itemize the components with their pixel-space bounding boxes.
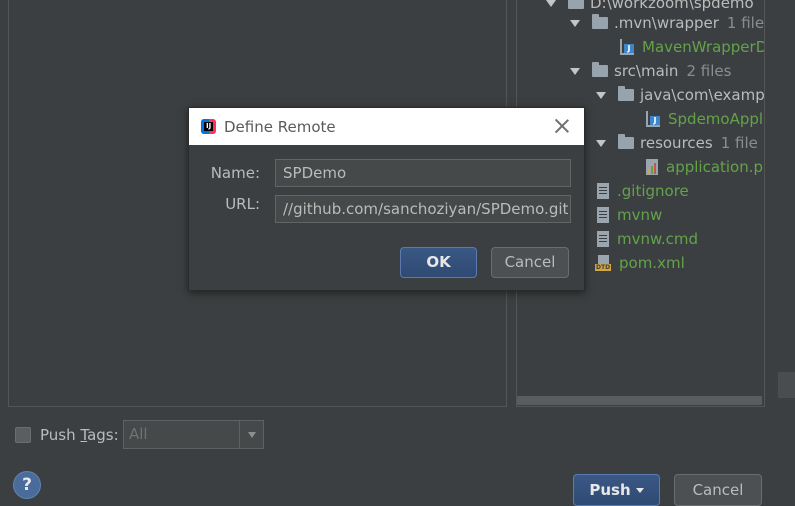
push-tags-select-value: All xyxy=(129,425,148,443)
tree-label: MavenWrapperD xyxy=(642,38,765,56)
text-file-icon xyxy=(597,231,609,247)
ok-button[interactable]: OK xyxy=(400,247,477,278)
push-tags-option[interactable]: Push Tags: xyxy=(15,426,119,444)
tree-horizontal-scrollbar[interactable] xyxy=(517,396,762,405)
chevron-down-icon xyxy=(247,431,256,438)
intellij-logo-icon: IJ xyxy=(201,119,216,134)
text-file-icon xyxy=(597,207,609,223)
tree-row-mvn-wrapper[interactable]: .mvn\wrapper 1 file xyxy=(570,12,764,34)
java-file-icon: J xyxy=(646,111,660,127)
tree-row-mvnw-cmd[interactable]: mvnw.cmd xyxy=(597,228,698,250)
tree-row-mvnw[interactable]: mvnw xyxy=(597,204,662,226)
tree-row-spdemoapp[interactable]: J SpdemoAppl xyxy=(646,108,763,130)
chevron-down-icon xyxy=(635,488,644,493)
tree-row-application-props[interactable]: application.p xyxy=(646,156,763,178)
tree-row-pom[interactable]: DTD pom.xml xyxy=(595,252,685,274)
tree-label: .mvn\wrapper xyxy=(614,14,719,32)
dialog-title-bar[interactable]: IJ Define Remote xyxy=(189,108,584,145)
tree-label: application.p xyxy=(666,158,764,176)
close-icon[interactable] xyxy=(554,118,570,134)
push-tags-label: Push Tags: xyxy=(40,426,119,444)
name-label: Name: xyxy=(210,164,260,182)
tree-row-src-main[interactable]: src\main 2 files xyxy=(570,60,731,82)
tree-row-resources[interactable]: resources 1 file xyxy=(596,132,758,154)
define-remote-dialog: IJ Define Remote Name: SPDemo URL: //git… xyxy=(188,107,585,291)
text-file-icon xyxy=(597,183,609,199)
tree-label: mvnw.cmd xyxy=(617,230,699,248)
tree-label: mvnw xyxy=(617,206,663,224)
tree-label: pom.xml xyxy=(619,254,685,272)
push-tags-select[interactable]: All xyxy=(123,420,264,449)
tree-label: .gitignore xyxy=(617,182,689,200)
folder-icon xyxy=(592,62,608,77)
url-label: URL: xyxy=(225,195,260,213)
file-count: 1 file xyxy=(720,134,758,152)
dialog-cancel-button[interactable]: Cancel xyxy=(491,247,569,278)
dropdown-button[interactable] xyxy=(239,421,263,448)
dialog-title: Define Remote xyxy=(224,117,336,136)
push-button[interactable]: Push xyxy=(573,474,660,506)
push-tags-checkbox[interactable] xyxy=(15,427,31,443)
vertical-scrollbar[interactable] xyxy=(778,372,795,398)
tree-row-java-package[interactable]: java\com\examp xyxy=(596,84,765,106)
tree-row-gitignore[interactable]: .gitignore xyxy=(597,180,689,202)
tree-row-mavenwrapper[interactable]: J MavenWrapperD xyxy=(620,36,765,58)
tree-label: SpdemoAppl xyxy=(668,110,764,128)
folder-icon xyxy=(618,134,634,149)
cancel-button[interactable]: Cancel xyxy=(674,474,762,506)
expand-arrow-icon[interactable] xyxy=(596,91,606,99)
url-input[interactable]: //github.com/sanchoziyan/SPDemo.git xyxy=(275,195,571,223)
file-count: 2 files xyxy=(686,62,732,80)
tree-label: src\main xyxy=(614,62,679,80)
xml-file-icon: DTD xyxy=(595,255,613,271)
folder-icon xyxy=(568,0,584,9)
expand-arrow-icon[interactable] xyxy=(570,67,580,75)
expand-arrow-icon[interactable] xyxy=(546,0,556,7)
tree-label: resources xyxy=(640,134,713,152)
expand-arrow-icon[interactable] xyxy=(596,139,606,147)
java-file-icon: J xyxy=(620,39,634,55)
properties-file-icon xyxy=(646,159,658,175)
expand-arrow-icon[interactable] xyxy=(570,19,580,27)
file-count: 1 file xyxy=(726,14,765,32)
folder-icon xyxy=(592,14,608,29)
tree-label: java\com\examp xyxy=(640,86,765,104)
name-input[interactable]: SPDemo xyxy=(275,159,571,187)
folder-icon xyxy=(618,86,634,101)
help-button[interactable]: ? xyxy=(13,471,41,499)
